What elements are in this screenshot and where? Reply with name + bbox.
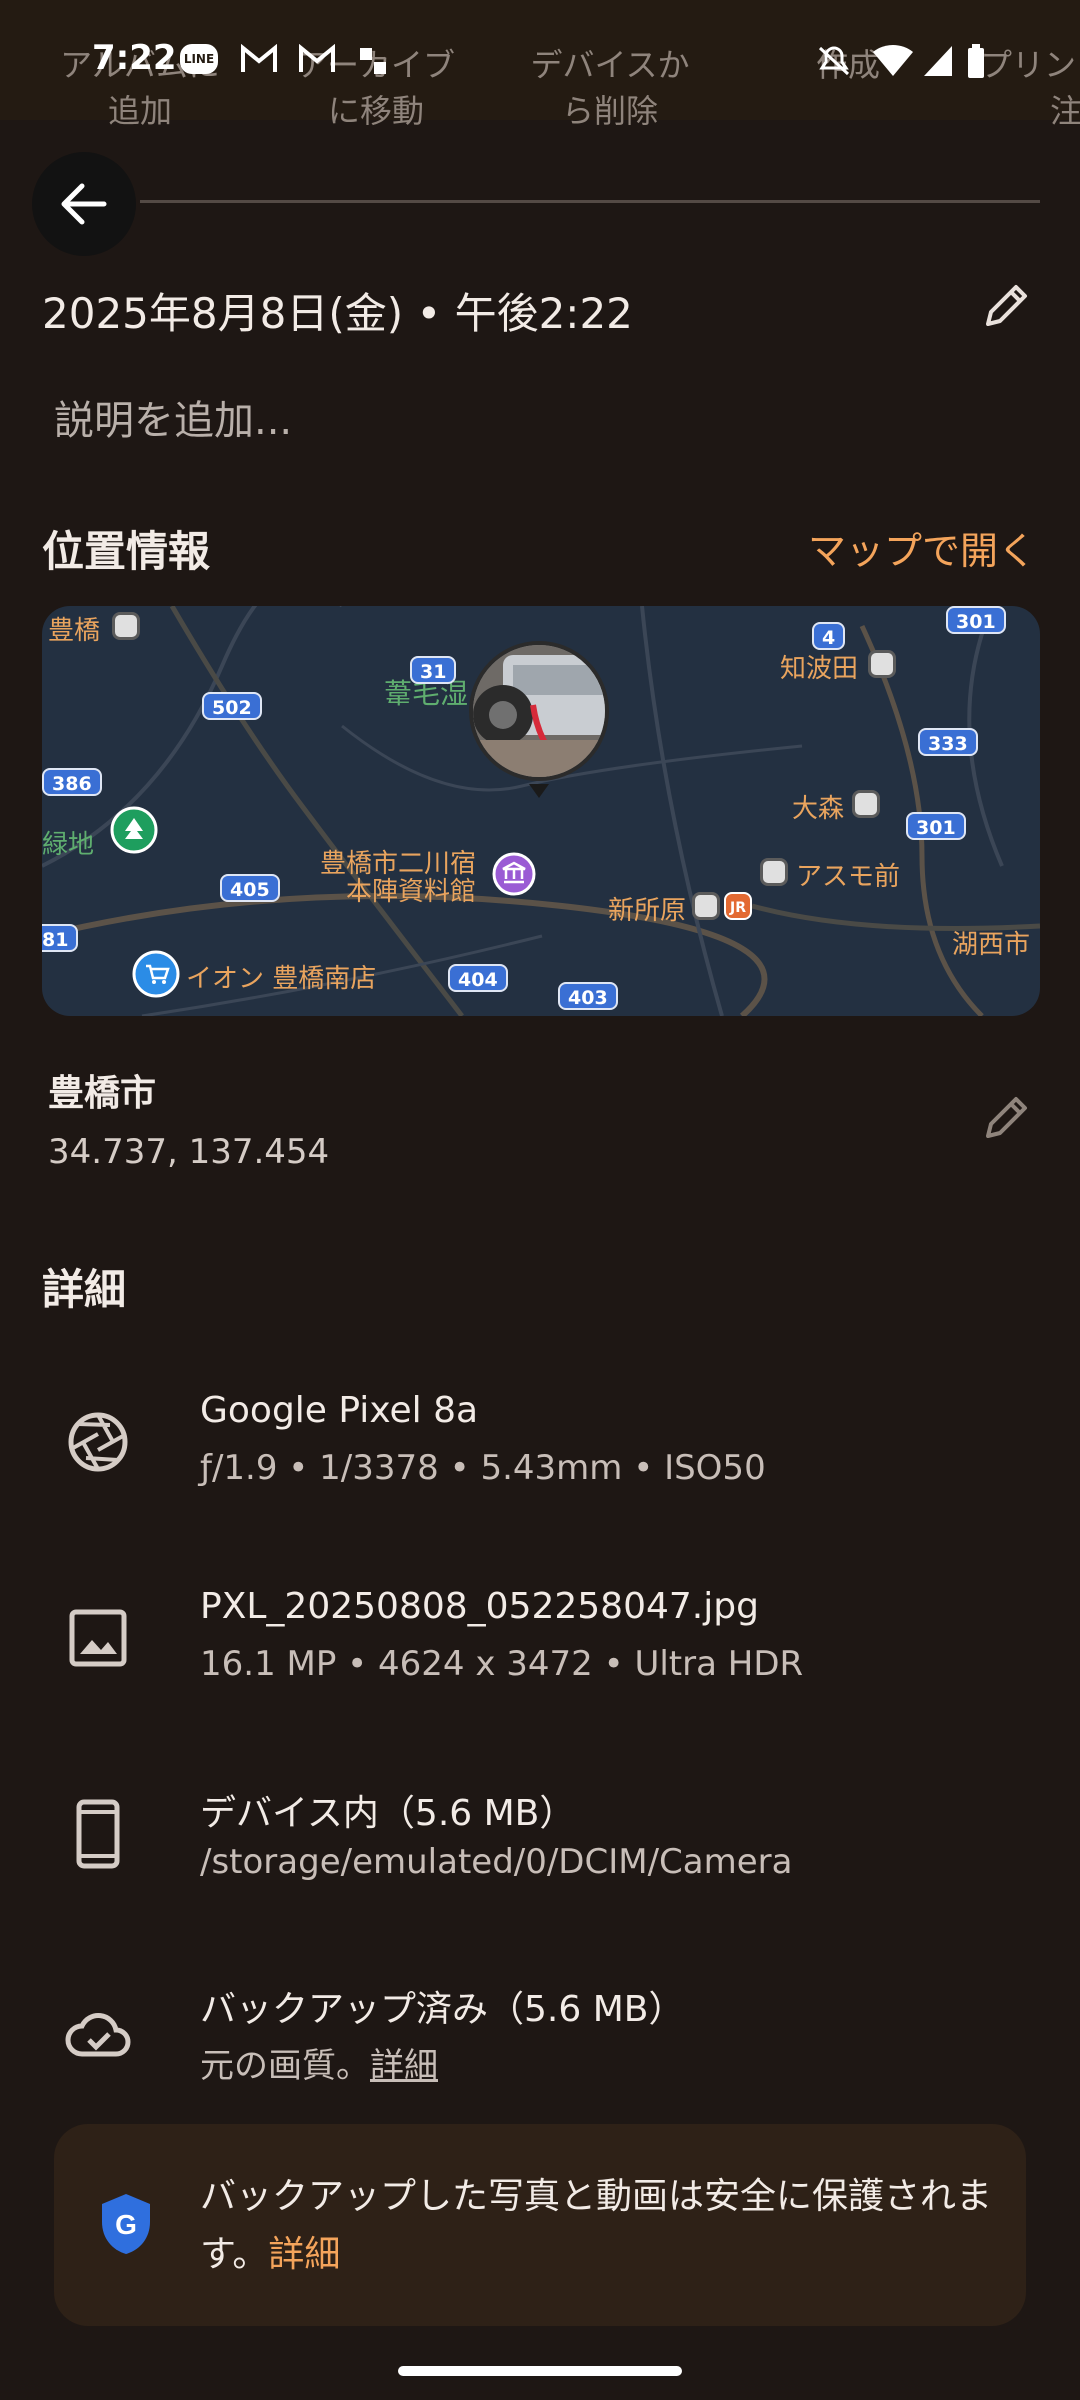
route-shield: 301 [946,606,1006,634]
device-storage: デバイス内（5.6 MB） [200,1793,576,1834]
train-station-icon [852,790,880,818]
pin-pointer [529,784,549,798]
description-input[interactable]: 説明を追加... [54,388,292,446]
location-section-title: 位置情報 [42,527,211,576]
file-info: 16.1 MP • 4624 x 3472 • Ultra HDR [200,1644,804,1684]
route-shield: 404 [448,964,508,992]
location-map[interactable]: 豊橋 葦毛湿 知波田 大森 アスモ前 新所原 JR 湖西市 豊橋市二川宿 本陣資… [42,606,1040,1016]
route-shield: 333 [918,728,978,756]
route-shield: 81 [42,924,79,952]
backup-details-link[interactable]: 詳細 [370,2046,438,2086]
status-bar: 7:22 LINE [0,0,1080,120]
train-station-icon [692,892,720,920]
drive-icon [360,48,386,74]
backup-status: バックアップ済み（5.6 MB） [200,1989,685,2030]
gmail-icon [241,44,277,72]
route-shield: 4 [812,622,846,650]
gmail-icon [299,44,335,72]
phone-icon [76,1799,120,1869]
svg-text:G: G [115,2209,137,2240]
back-button[interactable] [32,152,136,256]
map-label: イオン 豊橋南店 [186,964,377,994]
backup-quality: 元の画質。詳細 [200,2038,438,2087]
route-shield: 386 [42,768,102,796]
file-name: PXL_20250808_052258047.jpg [200,1586,759,1627]
shopping-cart-icon [132,950,180,998]
map-label: アスモ前 [796,862,901,892]
battery-icon [968,44,984,78]
clock: 7:22 [92,38,177,78]
arrow-back-icon [61,183,107,225]
wifi-icon [873,44,913,76]
route-shield: 405 [220,874,280,902]
edit-location-pencil-icon[interactable] [980,1090,1034,1144]
camera-aperture-icon [68,1412,128,1472]
open-in-maps-link[interactable]: マップで開く [808,520,1036,575]
storage-path: /storage/emulated/0/DCIM/Camera [200,1842,793,1882]
park-icon [110,806,158,854]
google-shield-icon: G [102,2194,150,2254]
line-icon: LINE [180,44,218,74]
place-name: 豊橋市 [48,1073,157,1114]
backup-card-text: バックアップした写真と動画は安全に保護されます。詳細 [200,2168,1000,2284]
museum-label: 豊橋市二川宿 本陣資料館 [320,850,476,906]
train-station-icon [760,858,788,886]
image-icon [69,1609,127,1667]
route-shield: 403 [558,982,618,1010]
coordinates: 34.737, 137.454 [48,1132,330,1172]
edit-date-pencil-icon[interactable] [980,278,1034,332]
map-label: 大森 [792,794,845,824]
map-label: 湖西市 [952,930,1031,960]
home-indicator[interactable] [398,2366,682,2376]
map-label: 緑地 [42,830,95,860]
jr-badge: JR [724,892,752,920]
train-station-icon [112,612,140,640]
route-shield: 31 [410,656,457,684]
details-section-title: 詳細 [42,1265,127,1314]
museum-icon [492,852,536,896]
backup-quality-text: 元の画質。 [200,2046,370,2086]
route-shield: 502 [202,692,262,720]
map-label: 豊橋 [48,616,101,646]
map-label: 本陣資料館 [346,877,477,907]
map-label: 新所原 [608,896,687,926]
train-station-icon [868,650,896,678]
camera-model: Google Pixel 8a [200,1390,479,1431]
mute-icon [818,46,850,76]
camera-settings: ƒ/1.9 • 1/3378 • 5.43mm • ISO50 [200,1448,766,1488]
photo-date: 2025年8月8日(金) • 午後2:22 [42,289,633,338]
route-shield: 301 [906,812,966,840]
photo-location-pin[interactable] [469,641,609,781]
map-label: 豊橋市二川宿 [320,849,477,879]
backup-card-details-link[interactable]: 詳細 [268,2234,340,2275]
photo-thumbnail [473,645,605,777]
map-label: 知波田 [780,654,859,684]
sheet-divider [140,200,1040,203]
signal-icon [924,46,952,76]
cloud-done-icon [65,2013,131,2057]
